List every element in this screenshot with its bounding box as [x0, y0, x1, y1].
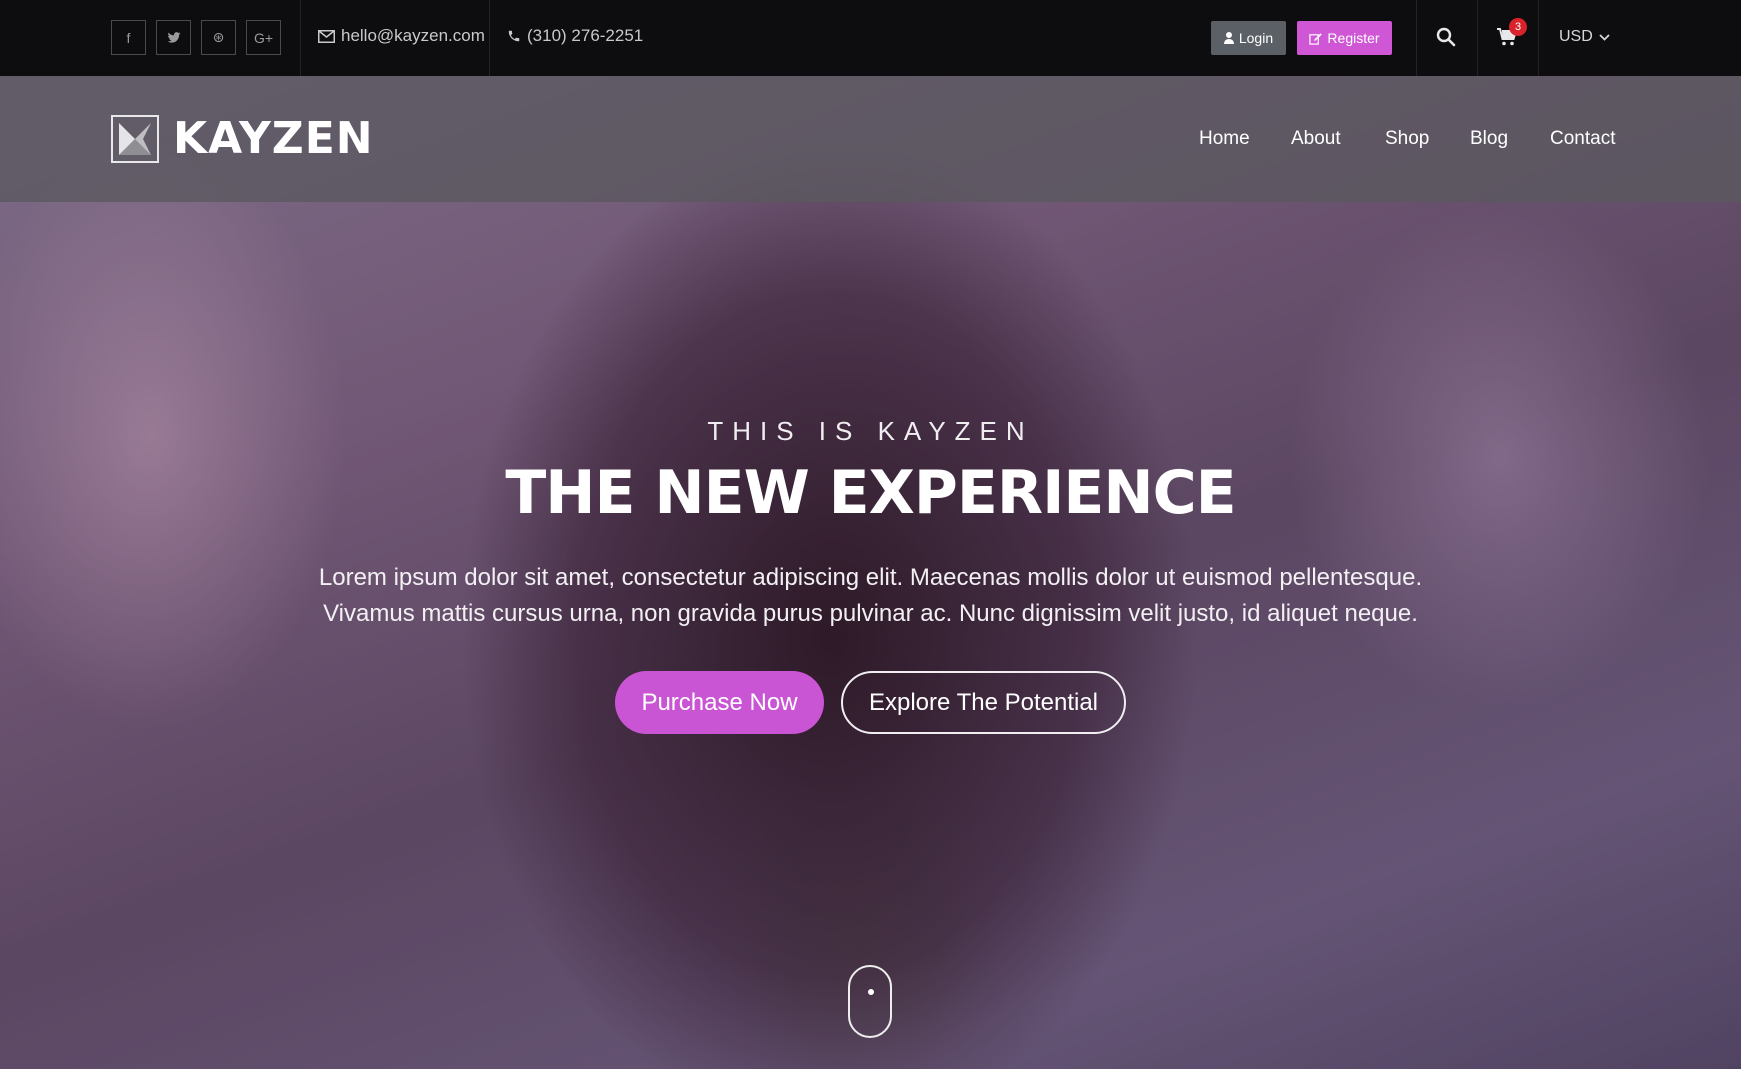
divider: [300, 0, 301, 76]
logo-text: KAYZEN: [173, 113, 374, 164]
edit-icon: [1309, 32, 1323, 45]
scroll-dot: [868, 989, 874, 995]
facebook-icon[interactable]: f: [111, 20, 146, 55]
social-links: f ⊛ G+: [111, 20, 281, 55]
divider: [1477, 0, 1478, 76]
scroll-down-icon[interactable]: [848, 965, 892, 1038]
email-contact[interactable]: hello@kayzen.com: [318, 26, 485, 46]
divider: [1416, 0, 1417, 76]
nav-blog[interactable]: Blog: [1470, 128, 1508, 150]
nav-shop[interactable]: Shop: [1385, 128, 1429, 150]
hero-overlay: [0, 76, 1741, 1069]
google-plus-icon[interactable]: G+: [246, 20, 281, 55]
hero-background: [0, 76, 1741, 1069]
main-header: KAYZEN Home About Shop Blog Contact: [0, 76, 1741, 202]
phone-contact[interactable]: (310) 276-2251: [507, 26, 643, 46]
divider: [489, 0, 490, 76]
envelope-icon: [318, 29, 335, 43]
login-label: Login: [1238, 30, 1274, 46]
divider: [1538, 0, 1539, 76]
logo-mark-icon: [111, 115, 159, 163]
phone-text: (310) 276-2251: [527, 26, 644, 45]
twitter-icon[interactable]: [156, 20, 191, 55]
register-label: Register: [1327, 30, 1380, 46]
email-text: hello@kayzen.com: [341, 26, 485, 45]
nav-home[interactable]: Home: [1199, 128, 1250, 150]
chevron-down-icon: [1599, 33, 1610, 41]
currency-label: USD: [1559, 28, 1593, 45]
logo[interactable]: KAYZEN: [111, 115, 374, 163]
top-bar: f ⊛ G+ hello@kayzen.com (310) 276-2251 L…: [0, 0, 1741, 76]
purchase-now-button[interactable]: Purchase Now: [615, 671, 824, 734]
register-button[interactable]: Register: [1297, 21, 1392, 55]
dribbble-icon[interactable]: ⊛: [201, 20, 236, 55]
login-button[interactable]: Login: [1211, 21, 1286, 55]
cart-count-badge: 3: [1509, 18, 1527, 36]
search-icon[interactable]: [1433, 24, 1459, 50]
currency-selector[interactable]: USD: [1559, 28, 1610, 46]
explore-potential-button[interactable]: Explore The Potential: [841, 671, 1126, 734]
nav-contact[interactable]: Contact: [1550, 128, 1615, 150]
phone-icon: [508, 30, 520, 42]
user-icon: [1223, 32, 1234, 44]
nav-about[interactable]: About: [1291, 128, 1341, 150]
